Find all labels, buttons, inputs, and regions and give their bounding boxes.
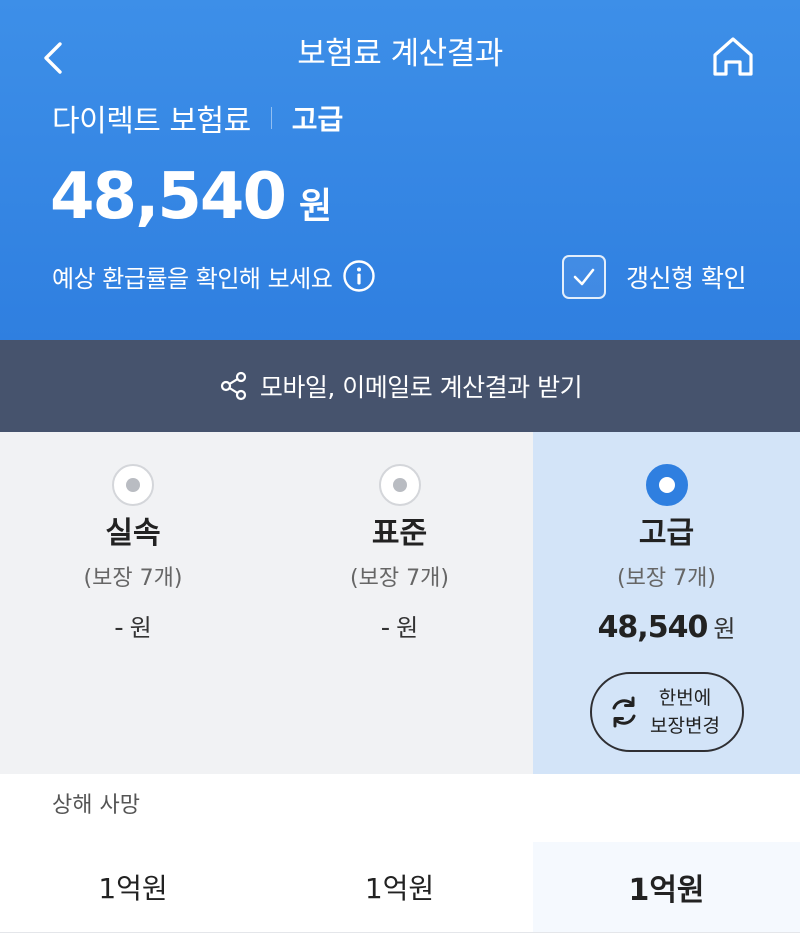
plan-selector: 실속 (보장 7개) - 원 표준 (보장 7개) - 원 고급 (보장 7개)… xyxy=(0,432,800,774)
home-icon xyxy=(713,37,753,76)
info-icon[interactable] xyxy=(342,259,376,293)
change-coverage-button[interactable]: 한번에 보장변경 xyxy=(590,672,744,752)
plan-price: 48,540 원 xyxy=(533,608,800,649)
divider xyxy=(270,107,272,129)
coverage-cell-standard: 1억원 xyxy=(266,842,533,932)
plan-radio-premium[interactable] xyxy=(645,464,688,506)
plan-coverage-count: (보장 7개) xyxy=(350,566,449,591)
plan-option-basic[interactable]: 실속 (보장 7개) - 원 xyxy=(0,432,266,774)
plan-option-premium[interactable]: 고급 (보장 7개) 48,540 원 한번에 보장변경 xyxy=(533,432,800,774)
plan-amount: - xyxy=(380,613,391,643)
plan-radio-standard[interactable] xyxy=(378,464,421,506)
renewal-checkbox[interactable] xyxy=(562,255,606,299)
coverage-value: 1억원 xyxy=(98,872,168,905)
plan-option-standard[interactable]: 표준 (보장 7개) - 원 xyxy=(266,432,533,774)
refund-rate-link[interactable]: 예상 환급률을 확인해 보세요 xyxy=(52,254,376,298)
premium-amount: 48,540 xyxy=(50,160,287,234)
product-grade: 고급 xyxy=(291,103,344,136)
plan-price: - 원 xyxy=(266,608,533,648)
plan-coverage-count: (보장 7개) xyxy=(617,566,716,591)
product-line: 다이렉트 보험료 고급 xyxy=(52,96,343,140)
plan-unit: 원 xyxy=(396,614,419,642)
plan-unit: 원 xyxy=(129,614,152,642)
result-header: 보험료 계산결과 다이렉트 보험료 고급 48,540 원 예상 환급률을 확인… xyxy=(0,0,800,340)
check-icon xyxy=(573,268,595,286)
plan-amount: 48,540 xyxy=(597,610,709,645)
product-name: 다이렉트 보험료 xyxy=(52,104,251,139)
premium-total: 48,540 원 xyxy=(50,160,332,234)
plan-radio-basic[interactable] xyxy=(112,464,154,506)
share-icon xyxy=(220,371,246,401)
plan-name: 고급 xyxy=(638,516,695,551)
renewal-label: 갱신형 확인 xyxy=(626,264,746,293)
coverage-cell-premium: 1억원 xyxy=(533,842,800,932)
divider xyxy=(0,932,800,933)
plan-name: 실속 xyxy=(105,516,161,551)
home-button[interactable] xyxy=(706,30,760,84)
refund-rate-text: 예상 환급률을 확인해 보세요 xyxy=(52,264,333,293)
change-coverage-line2: 보장변경 xyxy=(650,715,720,737)
premium-unit: 원 xyxy=(298,186,333,227)
coverage-value: 1억원 xyxy=(628,873,705,908)
plan-unit: 원 xyxy=(713,615,736,643)
plan-name: 표준 xyxy=(371,516,428,551)
change-coverage-line1: 한번에 xyxy=(658,687,712,709)
share-result-button[interactable]: 모바일, 이메일로 계산결과 받기 xyxy=(0,340,800,432)
renewal-check[interactable]: 갱신형 확인 xyxy=(562,254,746,300)
plan-coverage-count: (보장 7개) xyxy=(83,566,183,591)
share-label: 모바일, 이메일로 계산결과 받기 xyxy=(259,373,583,402)
coverage-value: 1억원 xyxy=(364,872,435,905)
coverage-row: 상해 사망 1억원 1억원 1억원 xyxy=(0,774,800,940)
coverage-cell-basic: 1억원 xyxy=(0,842,266,932)
plan-price: - 원 xyxy=(0,608,266,648)
refresh-icon xyxy=(612,696,636,728)
plan-amount: - xyxy=(114,613,124,643)
coverage-title: 상해 사망 xyxy=(52,793,140,818)
page-title: 보험료 계산결과 xyxy=(297,36,503,72)
change-coverage-label: 한번에 보장변경 xyxy=(650,684,720,740)
